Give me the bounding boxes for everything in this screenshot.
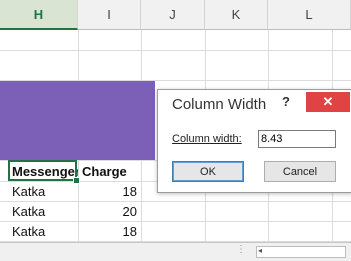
table-cell-charge[interactable]: 18 <box>78 221 141 241</box>
column-header-l[interactable]: L <box>268 0 351 30</box>
column-width-label: Column width: <box>172 133 242 145</box>
splitter-handle-icon[interactable]: ⋮ <box>236 244 246 255</box>
help-icon[interactable]: ? <box>282 94 290 109</box>
table-cell-messenger[interactable]: Katka <box>8 201 78 221</box>
gridline <box>0 50 351 51</box>
column-header-h[interactable]: H <box>0 0 78 30</box>
close-icon: ✕ <box>322 94 334 109</box>
header-cell-charge[interactable]: Charge <box>78 161 141 181</box>
column-header-k[interactable]: K <box>205 0 268 30</box>
table-cell-messenger[interactable]: Katka <box>8 221 78 241</box>
column-width-label-text: Column width: <box>172 133 242 145</box>
filled-cell-range[interactable] <box>0 81 155 160</box>
table-cell-charge[interactable]: 20 <box>78 201 141 221</box>
column-width-input[interactable] <box>258 130 336 148</box>
scroll-left-icon[interactable]: ◂ <box>258 246 262 255</box>
close-button[interactable]: ✕ <box>306 92 350 112</box>
active-cell-border <box>8 160 77 181</box>
fill-handle[interactable] <box>73 177 80 184</box>
cancel-button[interactable]: Cancel <box>264 161 336 182</box>
column-header-i[interactable]: I <box>78 0 141 30</box>
ok-button[interactable]: OK <box>172 161 244 182</box>
dialog-title: Column Width <box>172 96 267 113</box>
column-width-dialog: Column Width ? ✕ Column width: OK Cancel <box>157 89 351 193</box>
horizontal-scrollbar[interactable]: ◂ <box>256 246 346 258</box>
table-cell-messenger[interactable]: Katka <box>8 181 78 201</box>
table-cell-charge[interactable]: 18 <box>78 181 141 201</box>
column-header-j[interactable]: J <box>141 0 205 30</box>
